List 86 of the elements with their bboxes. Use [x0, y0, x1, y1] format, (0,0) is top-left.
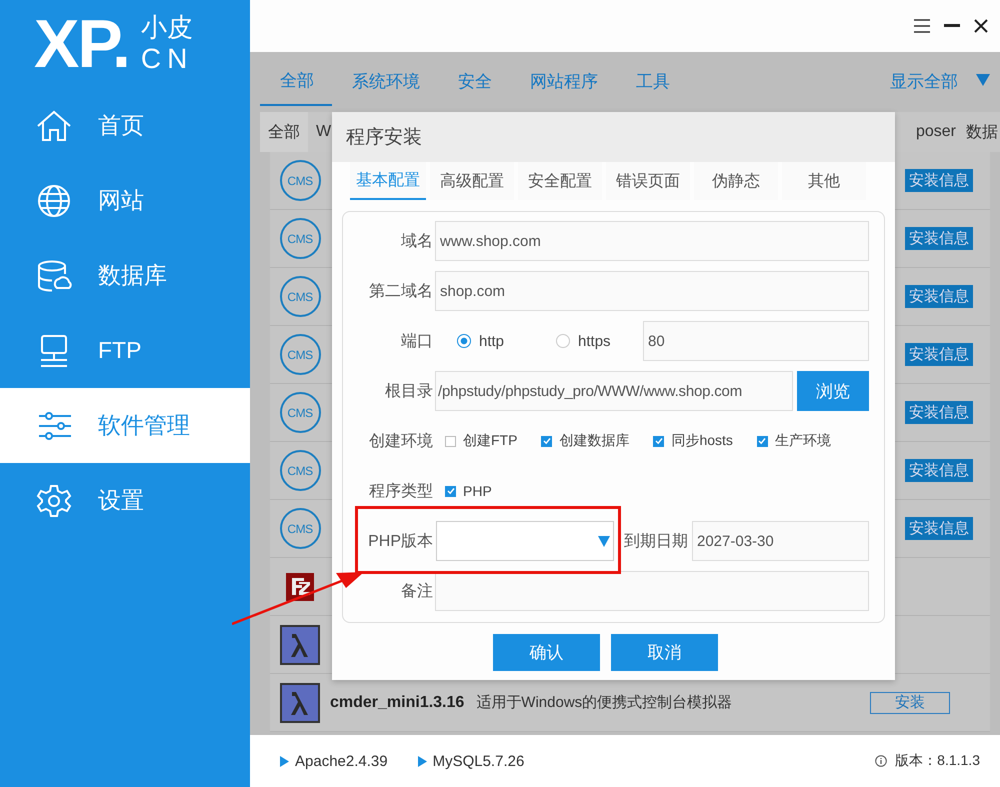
software-description: 适用于Windows的便携式控制台模拟器 — [476, 693, 732, 712]
logo-name: 小皮 — [140, 13, 194, 42]
field-label: 域名 — [400, 232, 434, 252]
checkbox-icon[interactable] — [653, 436, 664, 446]
checkbox-icon[interactable] — [445, 486, 456, 496]
logo-mark: XP. — [34, 10, 129, 78]
second-domain-field[interactable]: shop.com — [435, 271, 869, 311]
show-all-link[interactable]: 显示全部 — [870, 56, 976, 104]
checkbox-icon[interactable] — [445, 436, 456, 446]
root-directory-field[interactable]: /phpstudy/phpstudy_pro/WWW/www.shop.com — [435, 371, 793, 411]
globe-icon — [36, 184, 72, 218]
logo-domain: CN — [140, 44, 194, 75]
field-label: PHP版本 — [367, 532, 434, 552]
play-icon — [280, 756, 289, 766]
field-label: 程序类型 — [368, 482, 434, 502]
cms-logo: CMS — [280, 218, 320, 259]
play-icon — [418, 756, 427, 766]
filter-tab[interactable]: 数据 — [958, 112, 1000, 152]
radio-option[interactable]: https — [556, 332, 611, 350]
nav-item[interactable]: 软件管理 — [0, 388, 250, 463]
category-tab[interactable]: 系统环境 — [332, 56, 438, 104]
version-text: 版本：8.1.1.3 — [895, 752, 980, 770]
field-label: 根目录 — [384, 382, 434, 402]
port-field[interactable]: 80 — [643, 321, 869, 361]
nav-item[interactable]: 设置 — [0, 463, 250, 538]
dropdown-arrow-icon — [598, 535, 610, 547]
info-icon — [875, 755, 888, 767]
domain-field[interactable]: www.shop.com — [435, 221, 869, 261]
field-label: 第二域名 — [368, 282, 434, 302]
filter-tab[interactable]: poser — [908, 113, 958, 151]
close-icon[interactable] — [974, 19, 988, 33]
nav-item[interactable]: 网站 — [0, 163, 250, 238]
browse-button[interactable]: 浏览 — [797, 371, 869, 411]
dialog-title: 程序安装 — [346, 126, 422, 150]
install-info-button[interactable]: 安装信息 — [905, 401, 973, 424]
settings-icon — [36, 484, 72, 518]
cms-logo: CMS — [280, 334, 320, 375]
database-icon — [36, 260, 72, 292]
field-label: 端口 — [400, 332, 434, 352]
radio-icon[interactable] — [457, 334, 471, 348]
checkbox-option[interactable]: 生产环境 — [756, 432, 831, 450]
category-tab[interactable]: 全部 — [260, 54, 332, 106]
sliders-icon — [36, 410, 72, 440]
filter-tab[interactable]: W — [308, 113, 334, 151]
lambda-icon — [280, 682, 320, 722]
dropdown-arrow-icon[interactable] — [976, 74, 990, 86]
menu-icon[interactable] — [914, 19, 930, 33]
filezilla-icon — [285, 572, 315, 602]
home-icon — [36, 110, 72, 142]
software-name: cmder_mini1.3.16 — [330, 694, 464, 712]
cms-logo: CMS — [280, 392, 320, 433]
nav-item[interactable]: 数据库 — [0, 238, 250, 313]
filter-tab[interactable]: 全部 — [260, 112, 308, 152]
expiry-date-field[interactable]: 2027-03-30 — [692, 521, 869, 561]
checkbox-icon[interactable] — [756, 436, 768, 446]
nav-item[interactable]: FTP — [0, 313, 250, 388]
nav-item[interactable]: 首页 — [0, 88, 250, 163]
install-info-button[interactable]: 安装信息 — [905, 169, 973, 192]
dialog-button[interactable]: 取消 — [611, 634, 718, 671]
field-label: 到期日期 — [623, 532, 689, 552]
note-field[interactable] — [435, 571, 869, 611]
radio-icon[interactable] — [556, 334, 570, 348]
minimize-icon[interactable] — [944, 24, 960, 28]
install-info-button[interactable]: 安装信息 — [905, 227, 973, 250]
checkbox-option[interactable]: 创建FTP — [445, 432, 518, 450]
checkbox-option[interactable]: PHP — [445, 483, 492, 499]
cms-logo: CMS — [280, 508, 320, 549]
cms-logo: CMS — [280, 160, 320, 201]
category-tab[interactable]: 安全 — [438, 56, 510, 104]
category-tab[interactable]: 网站程序 — [510, 56, 616, 104]
lambda-icon — [280, 624, 320, 664]
field-label: 备注 — [400, 582, 434, 602]
install-info-button[interactable]: 安装信息 — [905, 343, 973, 366]
checkbox-option[interactable]: 创建数据库 — [541, 432, 630, 450]
checkbox-icon[interactable] — [541, 436, 552, 446]
cms-logo: CMS — [280, 450, 320, 491]
install-info-button[interactable]: 安装信息 — [905, 285, 973, 308]
dialog-button[interactable]: 确认 — [493, 634, 600, 671]
checkbox-option[interactable]: 同步hosts — [653, 432, 733, 450]
install-button[interactable]: 安装 — [870, 692, 950, 714]
install-info-button[interactable]: 安装信息 — [905, 517, 973, 540]
field-label: 创建环境 — [368, 432, 434, 452]
radio-option[interactable]: http — [457, 332, 504, 350]
cms-logo: CMS — [280, 276, 320, 317]
install-info-button[interactable]: 安装信息 — [905, 459, 973, 482]
category-tab[interactable]: 工具 — [616, 56, 688, 104]
